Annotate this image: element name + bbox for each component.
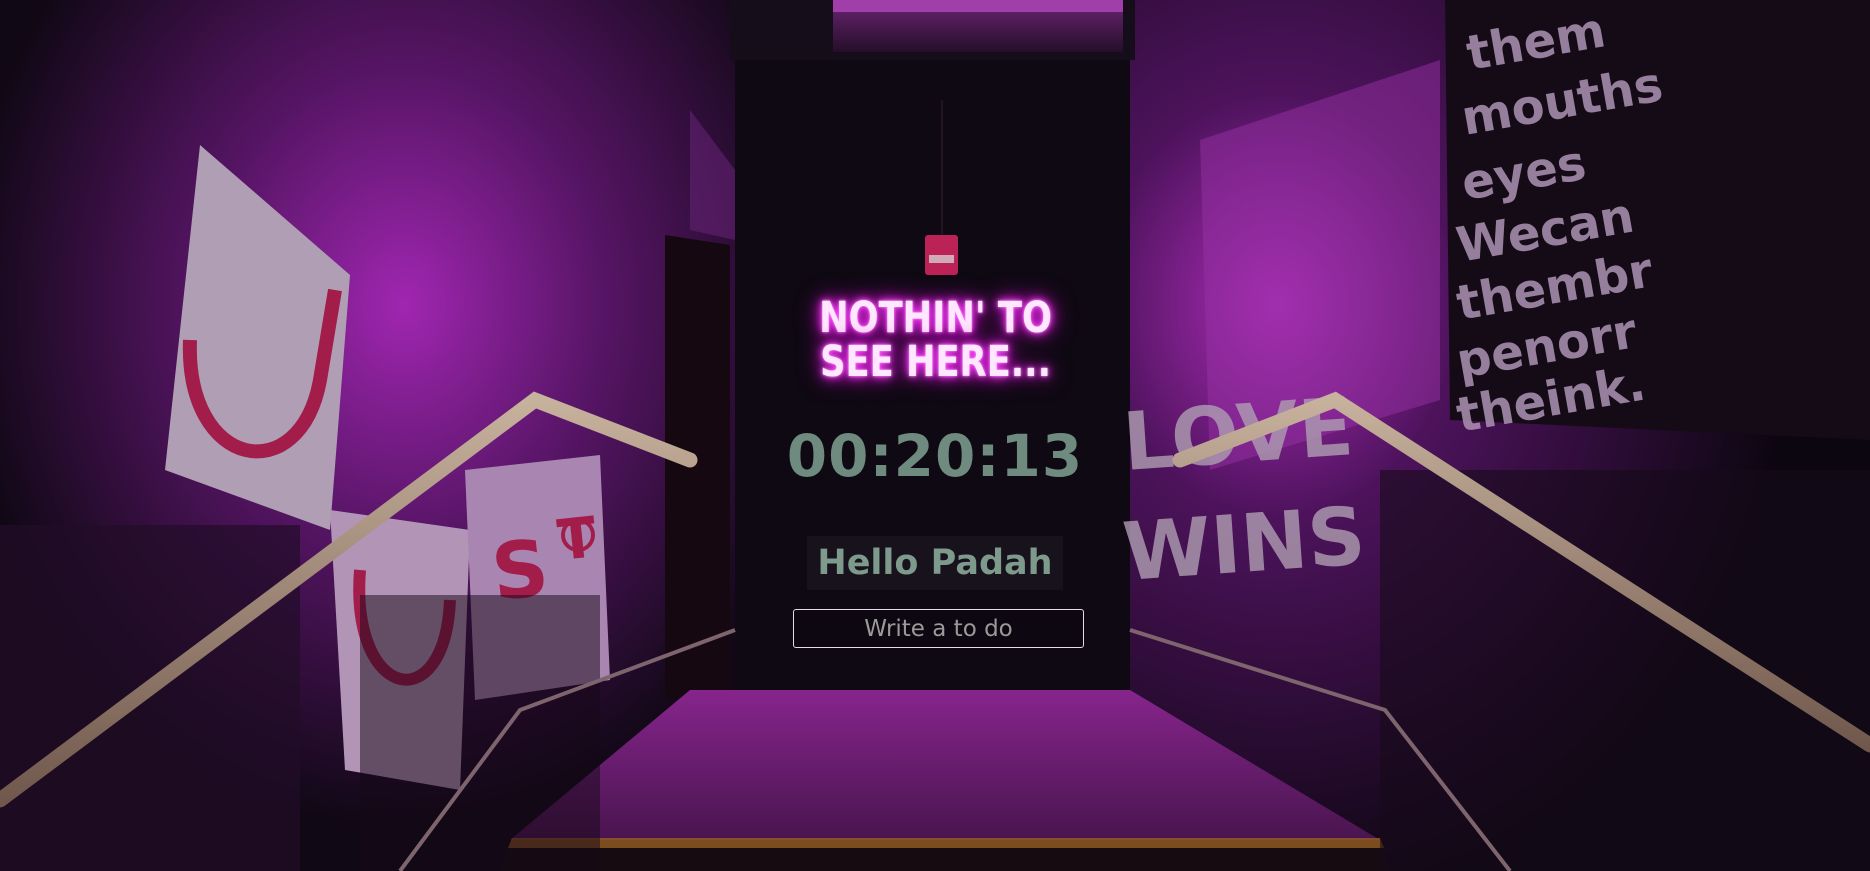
todo-input[interactable] — [793, 609, 1084, 648]
greeting-container: Hello Padah — [0, 536, 1870, 590]
greeting: Hello Padah — [807, 536, 1063, 590]
todo-form — [793, 609, 1084, 648]
neon-sign-line1: NOTHIN' TO — [819, 293, 1052, 343]
clock: 00:20:13 — [786, 422, 1084, 490]
neon-sign-line2: SEE HERE... — [820, 337, 1051, 387]
neon-sign: NOTHIN' TO SEE HERE... — [169, 296, 1702, 384]
